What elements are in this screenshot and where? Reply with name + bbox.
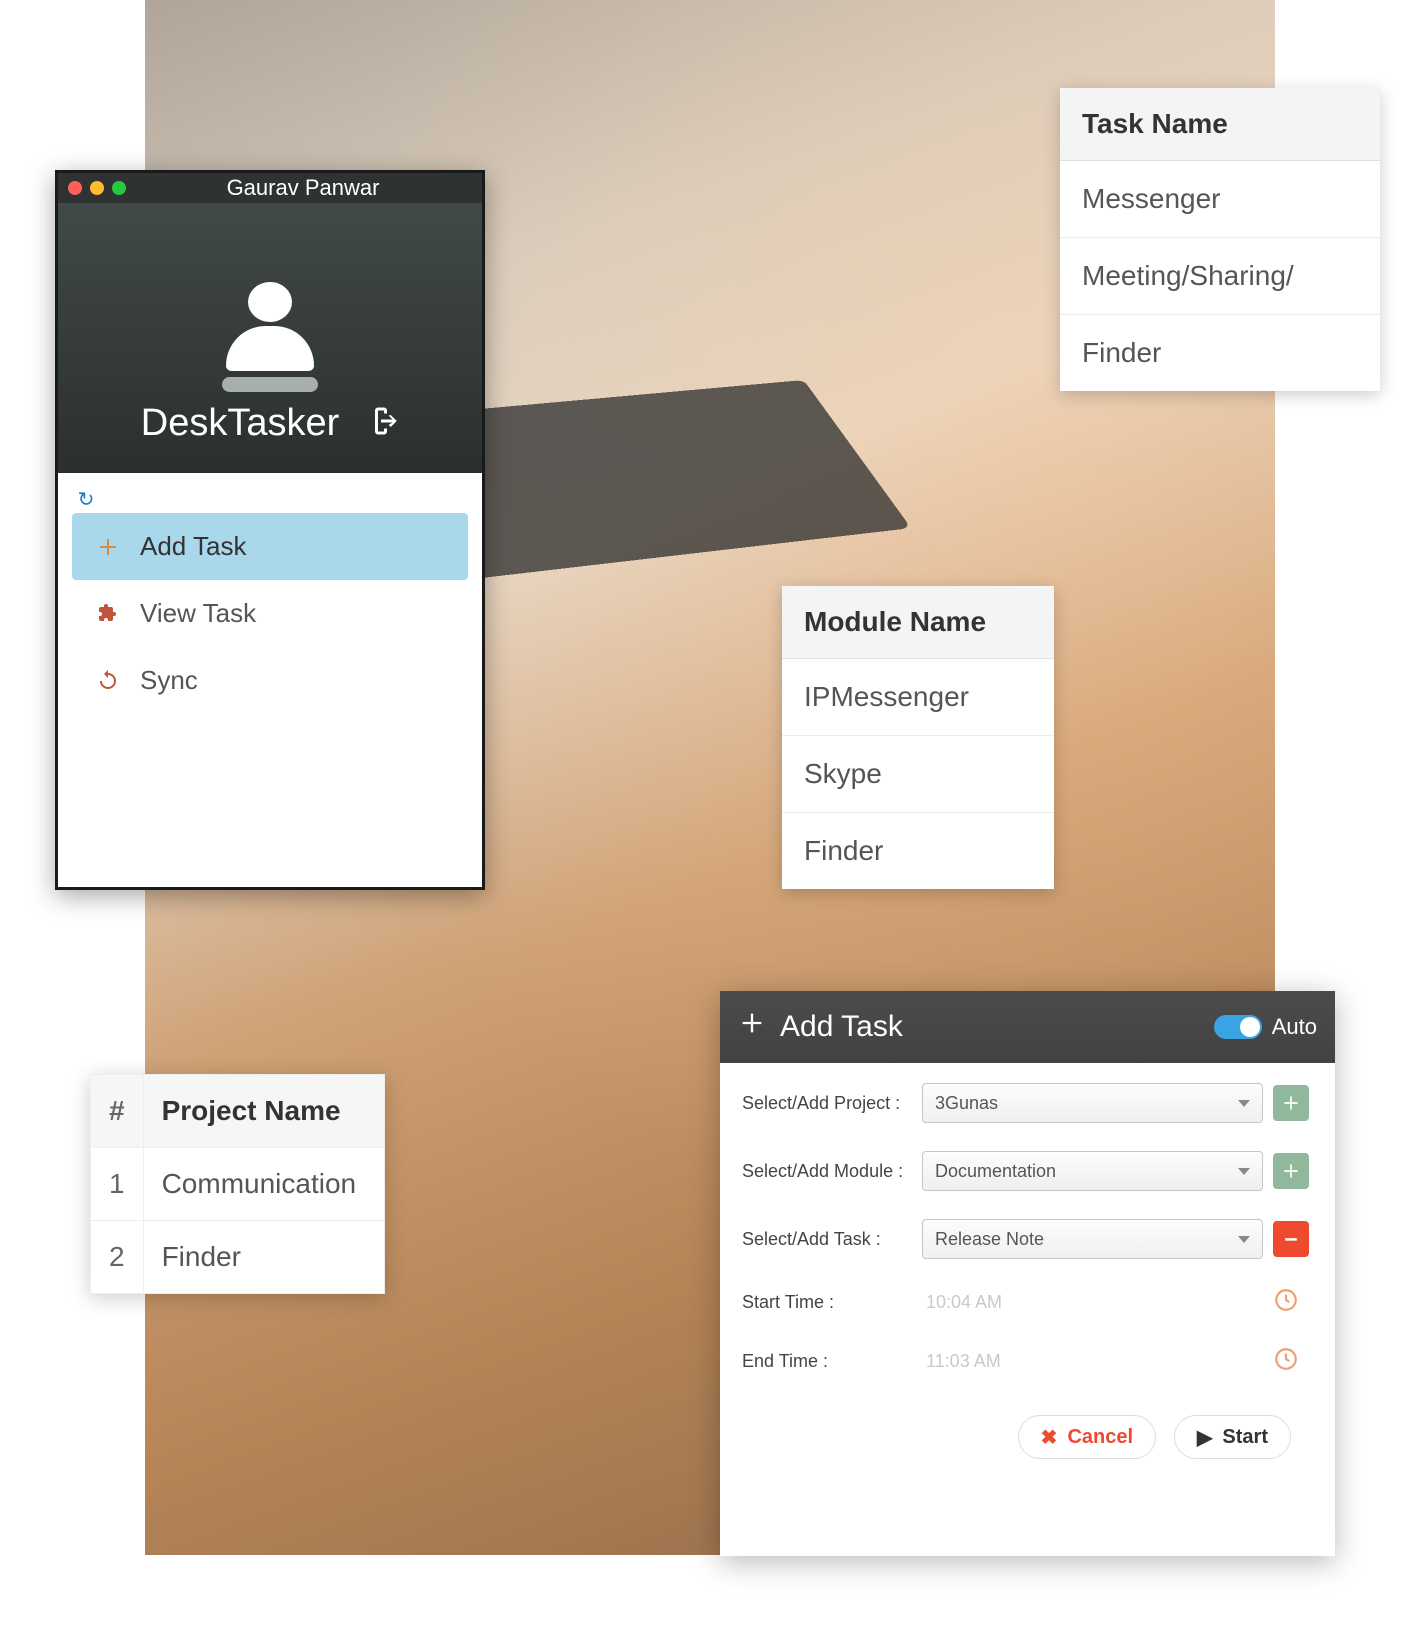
label-start-time: Start Time : <box>742 1292 912 1313</box>
table-row[interactable]: 1 Communication <box>91 1148 385 1221</box>
list-item[interactable]: Messenger <box>1060 161 1380 238</box>
label-end-time: End Time : <box>742 1351 912 1372</box>
menu-label: Add Task <box>140 531 246 562</box>
cancel-label: Cancel <box>1067 1426 1133 1449</box>
list-item[interactable]: IPMessenger <box>782 659 1054 736</box>
plus-icon <box>94 533 122 561</box>
menu-item-sync[interactable]: Sync <box>72 647 468 714</box>
col-index: # <box>91 1075 144 1148</box>
label-project: Select/Add Project : <box>742 1093 912 1114</box>
chevron-down-icon <box>1238 1100 1250 1107</box>
row-index: 1 <box>91 1148 144 1221</box>
play-icon: ▶ <box>1197 1425 1212 1450</box>
menu-item-view-task[interactable]: View Task <box>72 580 468 647</box>
auto-label: Auto <box>1272 1014 1317 1040</box>
x-icon: ✖ <box>1041 1425 1058 1450</box>
refresh-button[interactable]: ↻ <box>72 485 100 513</box>
task-value: Release Note <box>935 1229 1044 1250</box>
close-icon[interactable] <box>68 181 82 195</box>
maximize-icon[interactable] <box>112 181 126 195</box>
add-task-body: Select/Add Project : 3Gunas Select/Add M… <box>720 1063 1335 1471</box>
list-item[interactable]: Finder <box>782 813 1054 889</box>
start-label: Start <box>1222 1426 1268 1449</box>
add-module-button[interactable] <box>1273 1153 1309 1189</box>
module-value: Documentation <box>935 1161 1056 1182</box>
sync-icon <box>94 667 122 695</box>
project-table: # Project Name 1 Communication 2 Finder <box>90 1074 385 1294</box>
project-select[interactable]: 3Gunas <box>922 1083 1263 1123</box>
start-button[interactable]: ▶ Start <box>1174 1415 1291 1459</box>
avatar-icon <box>215 282 325 392</box>
plus-icon <box>738 1009 766 1045</box>
app-title: DeskTasker <box>141 402 340 445</box>
add-task-panel: Add Task Auto Select/Add Project : 3Guna… <box>720 991 1335 1556</box>
col-project-name: Project Name <box>143 1075 384 1148</box>
row-name: Finder <box>143 1221 384 1294</box>
menu-item-add-task[interactable]: Add Task <box>72 513 468 580</box>
username-label: Gaurav Panwar <box>134 175 472 201</box>
desktasker-menu: ↻ Add Task View Task Sync <box>58 473 482 887</box>
end-time-value[interactable]: 11:03 AM <box>922 1351 1263 1372</box>
minimize-icon[interactable] <box>90 181 104 195</box>
chevron-down-icon <box>1238 1168 1250 1175</box>
label-task: Select/Add Task : <box>742 1229 912 1250</box>
add-project-button[interactable] <box>1273 1085 1309 1121</box>
desktasker-window: Gaurav Panwar DeskTasker ↻ Add Task <box>55 170 485 890</box>
remove-task-button[interactable] <box>1273 1221 1309 1257</box>
logout-icon[interactable] <box>363 403 399 444</box>
label-module: Select/Add Module : <box>742 1161 912 1182</box>
menu-label: View Task <box>140 598 256 629</box>
task-select[interactable]: Release Note <box>922 1219 1263 1259</box>
chevron-down-icon <box>1238 1236 1250 1243</box>
module-name-list: Module Name IPMessenger Skype Finder <box>782 586 1054 889</box>
row-name: Communication <box>143 1148 384 1221</box>
list-item[interactable]: Finder <box>1060 315 1380 391</box>
module-list-header: Module Name <box>782 586 1054 659</box>
auto-toggle[interactable] <box>1214 1015 1262 1039</box>
task-name-list: Task Name Messenger Meeting/Sharing/ Fin… <box>1060 88 1380 391</box>
add-task-title: Add Task <box>780 1010 903 1044</box>
task-list-header: Task Name <box>1060 88 1380 161</box>
project-value: 3Gunas <box>935 1093 998 1114</box>
clock-icon[interactable] <box>1273 1287 1313 1318</box>
add-task-header: Add Task Auto <box>720 991 1335 1063</box>
list-item[interactable]: Meeting/Sharing/ <box>1060 238 1380 315</box>
table-row[interactable]: 2 Finder <box>91 1221 385 1294</box>
desktasker-header: DeskTasker <box>58 203 482 473</box>
menu-label: Sync <box>140 665 198 696</box>
list-item[interactable]: Skype <box>782 736 1054 813</box>
row-index: 2 <box>91 1221 144 1294</box>
module-select[interactable]: Documentation <box>922 1151 1263 1191</box>
puzzle-icon <box>94 600 122 628</box>
cancel-button[interactable]: ✖ Cancel <box>1018 1415 1156 1459</box>
window-titlebar: Gaurav Panwar <box>58 173 482 203</box>
start-time-value[interactable]: 10:04 AM <box>922 1292 1263 1313</box>
clock-icon[interactable] <box>1273 1346 1313 1377</box>
